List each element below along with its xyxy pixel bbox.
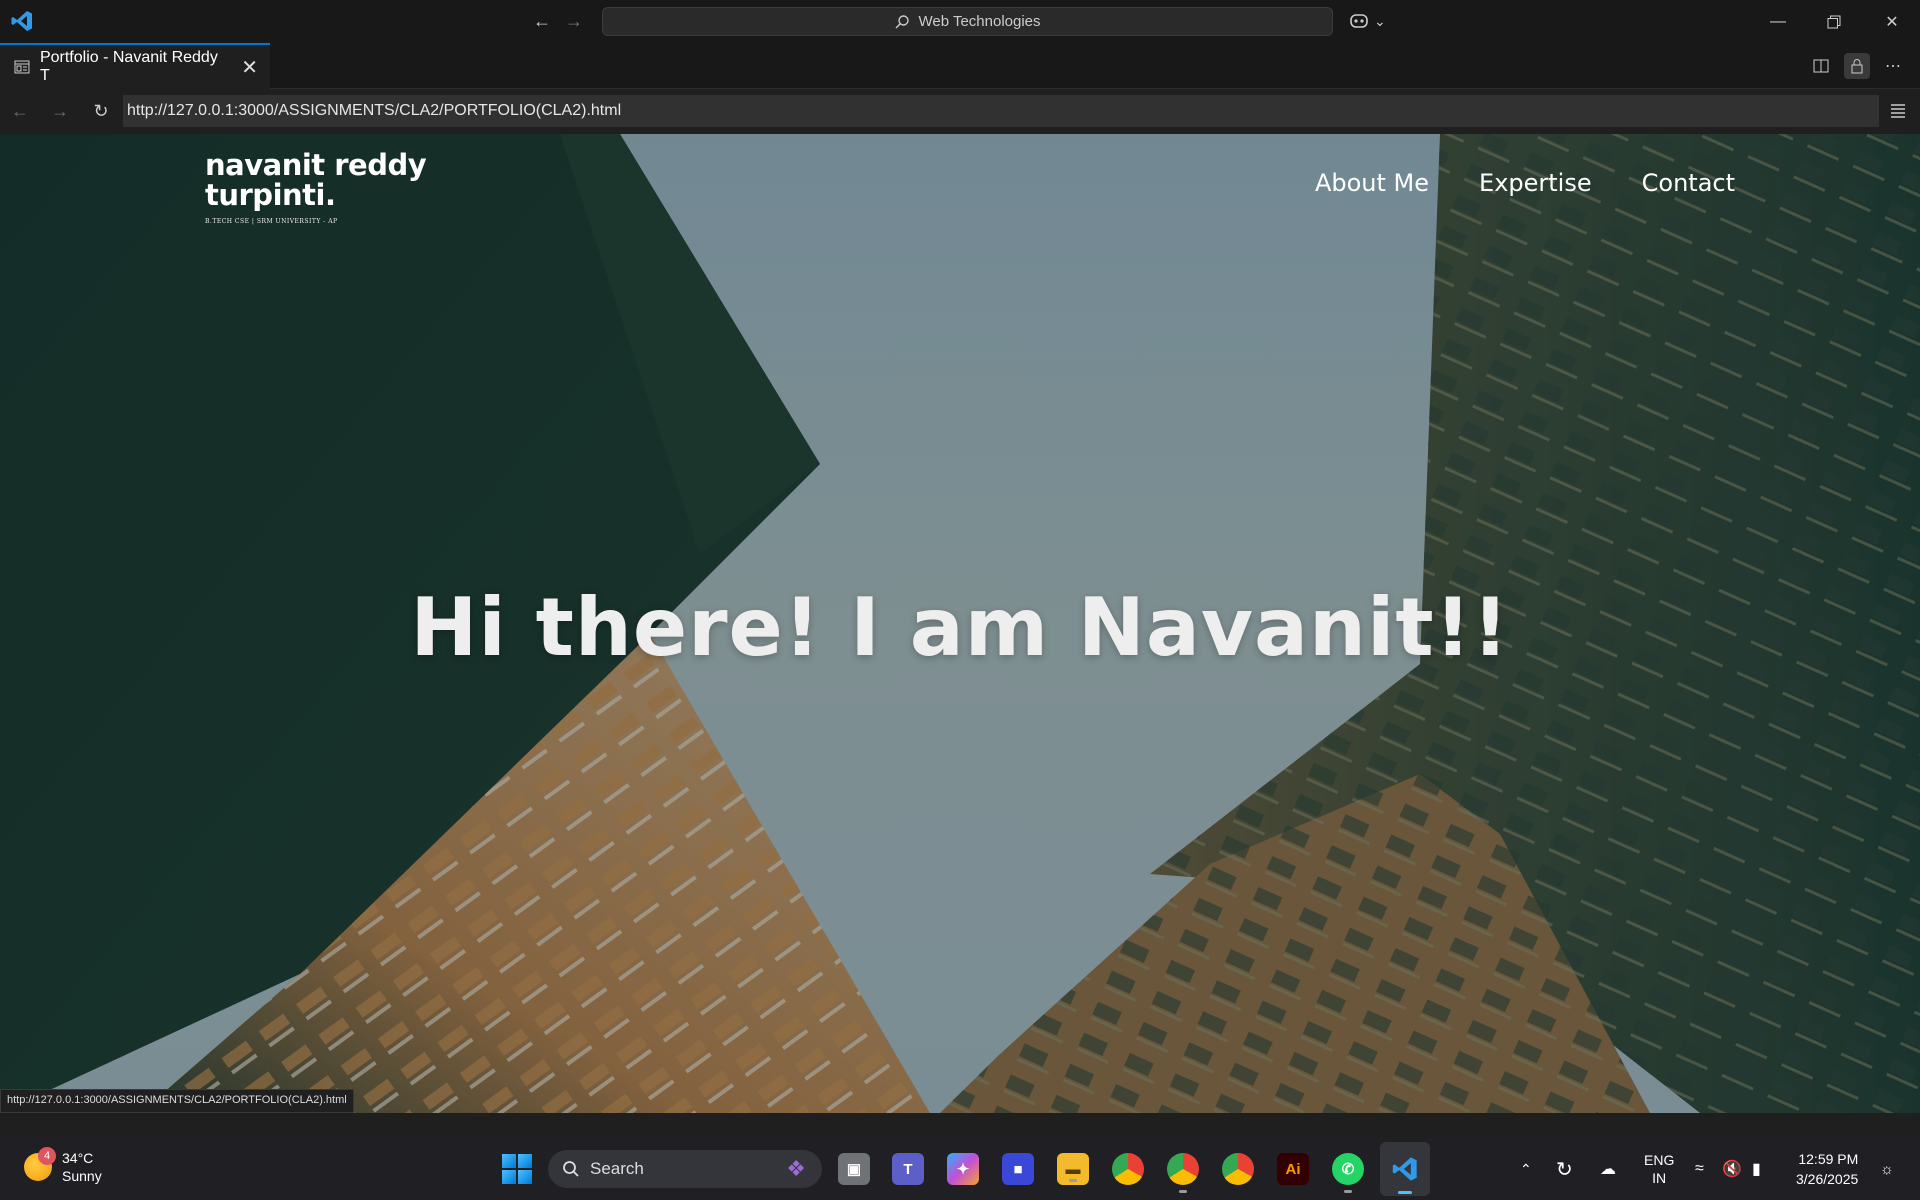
clock[interactable]: 12:59 PM 3/26/2025 [1796, 1138, 1858, 1200]
url-input[interactable] [123, 95, 1879, 127]
file-explorer-icon[interactable]: ▬ [1057, 1153, 1089, 1185]
chrome-second-profile-icon[interactable] [1222, 1153, 1254, 1185]
browser-menu-icon[interactable] [1888, 100, 1908, 120]
wifi-icon[interactable]: ≈ [1695, 1138, 1704, 1200]
browser-preview-icon [14, 60, 30, 74]
page-viewport: navanit reddy turpinti. B.TECH CSE | SRM… [0, 134, 1920, 1113]
illustrator-icon[interactable]: Ai [1277, 1153, 1309, 1185]
nav-link-about[interactable]: About Me [1315, 169, 1429, 197]
command-center-search[interactable]: Web Technologies [602, 7, 1333, 36]
command-center-text: Web Technologies [918, 13, 1041, 30]
browser-forward-icon[interactable]: → [48, 99, 72, 123]
browser-back-icon[interactable]: ← [8, 99, 32, 123]
search-icon [895, 14, 910, 28]
nav-link-expertise[interactable]: Expertise [1479, 169, 1592, 197]
tab-title: Portfolio - Navanit Reddy T [39, 49, 218, 84]
weather-badge: 4 [38, 1147, 56, 1165]
start-button[interactable] [502, 1154, 532, 1184]
teams-icon[interactable]: T [892, 1153, 924, 1185]
address-bar: ← → ↻ [0, 89, 1920, 134]
brand-name: navanit reddy turpinti. [205, 148, 427, 212]
show-hidden-icons[interactable]: ⌃ [1520, 1138, 1532, 1200]
battery-icon[interactable]: ▮ [1752, 1138, 1761, 1200]
chrome-profile-icon[interactable] [1167, 1153, 1199, 1193]
split-editor-icon[interactable] [1808, 53, 1834, 79]
copilot-menu[interactable]: ⌄ [1348, 9, 1386, 33]
weather-widget[interactable]: 4 34°C Sunny [24, 1147, 102, 1185]
tab-portfolio[interactable]: Portfolio - Navanit Reddy T ✕ [0, 43, 270, 89]
minimize-button[interactable]: — [1750, 0, 1806, 43]
site-brand[interactable]: navanit reddy turpinti. B.TECH CSE | SRM… [205, 150, 435, 225]
copilot-icon [1350, 14, 1368, 28]
tab-bar: Portfolio - Navanit Reddy T ✕ ⋯ [0, 43, 1920, 89]
more-actions-icon[interactable]: ⋯ [1880, 53, 1906, 79]
lock-icon[interactable] [1844, 53, 1870, 79]
restore-button[interactable] [1806, 0, 1862, 43]
restore-icon [1827, 15, 1841, 28]
awareness-ribbon-icon: ❖ [786, 1156, 806, 1181]
forward-arrow-icon[interactable]: → [565, 10, 583, 32]
notifications-icon[interactable]: ☼ [1880, 1138, 1894, 1200]
close-tab-icon[interactable]: ✕ [241, 55, 258, 80]
vscode-logo-icon[interactable] [10, 9, 34, 33]
date: 3/26/2025 [1796, 1171, 1859, 1187]
copilot-app-icon[interactable]: ✦ [947, 1153, 979, 1185]
editor-app-icon[interactable]: ■ [1002, 1153, 1034, 1185]
close-window-button[interactable]: ✕ [1864, 0, 1920, 43]
link-status-tooltip: http://127.0.0.1:3000/ASSIGNMENTS/CLA2/P… [0, 1089, 354, 1113]
sync-icon[interactable]: ↻ [1556, 1138, 1573, 1200]
sun-icon: 4 [24, 1147, 56, 1181]
hero-title: Hi there! I am Navanit!! [410, 581, 1510, 674]
chevron-down-icon: ⌄ [1374, 12, 1386, 29]
taskbar: 4 34°C Sunny Search ❖ ▣ T ✦ ■ ▬ Ai ✆ ⌃ ↻… [0, 1138, 1920, 1200]
vscode-taskbar-icon[interactable] [1389, 1153, 1421, 1194]
chrome-icon[interactable] [1112, 1153, 1144, 1185]
task-view-icon[interactable]: ▣ [838, 1153, 870, 1185]
editor-actions: ⋯ [1808, 53, 1906, 79]
panel-gap [0, 1113, 1920, 1138]
title-bar: ← → Web Technologies ⌄ — ✕ [0, 0, 1920, 43]
temperature: 34°C [62, 1150, 94, 1166]
language-code: ENG [1644, 1152, 1675, 1168]
search-label: Search [590, 1159, 644, 1178]
time: 12:59 PM [1798, 1151, 1859, 1167]
brand-tagline: B.TECH CSE | SRM UNIVERSITY - AP [205, 218, 338, 225]
onedrive-icon[interactable]: ☁ [1600, 1138, 1616, 1200]
reload-icon[interactable]: ↻ [89, 99, 113, 123]
taskbar-search[interactable]: Search ❖ [548, 1150, 822, 1188]
back-arrow-icon[interactable]: ← [533, 10, 551, 32]
volume-muted-icon[interactable]: 🔇 [1722, 1138, 1742, 1200]
site-nav: About Me Expertise Contact [1315, 169, 1735, 197]
region-code: IN [1652, 1170, 1667, 1186]
language-indicator[interactable]: ENG IN [1644, 1138, 1674, 1200]
whatsapp-icon[interactable]: ✆ [1332, 1153, 1364, 1193]
nav-link-contact[interactable]: Contact [1642, 169, 1735, 197]
search-icon [563, 1161, 579, 1177]
weather-condition: Sunny [62, 1168, 102, 1184]
windows-logo-icon [502, 1154, 516, 1168]
